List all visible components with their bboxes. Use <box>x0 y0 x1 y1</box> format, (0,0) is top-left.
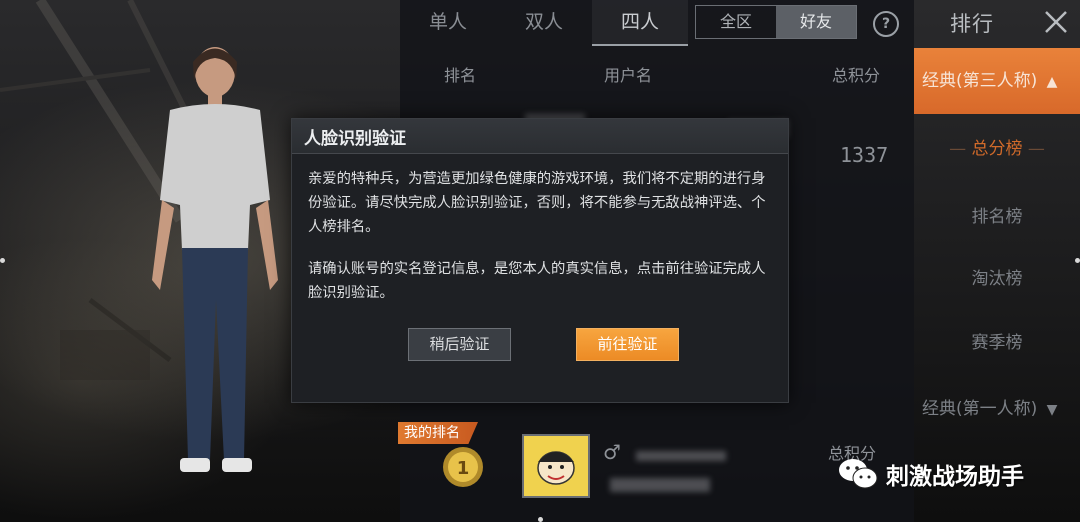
column-score: 总积分 <box>832 66 881 85</box>
row-score: 1337 <box>840 143 889 167</box>
frame-dot-left <box>0 258 5 263</box>
svg-text:1: 1 <box>457 458 470 479</box>
blurred-my-name <box>636 451 726 461</box>
frame-dot-right <box>1075 258 1080 263</box>
watermark: 刺激战场助手 <box>838 454 1024 494</box>
frame-dot-bottom <box>538 517 543 522</box>
mode-dropdown-label: 经典(第三人称) <box>922 71 1038 91</box>
column-headers: 排名 用户名 总积分 <box>400 58 914 88</box>
side-item-eliminations[interactable]: 淘汰榜 <box>914 264 1080 289</box>
close-icon[interactable] <box>1040 6 1072 38</box>
side-item-rank[interactable]: 排名榜 <box>914 202 1080 227</box>
fpp-mode-label: 经典(第一人称) <box>922 399 1038 419</box>
side-menu: 经典(第三人称) ▲ — 总分榜 — 排名榜 淘汰榜 赛季榜 经典(第一人称) … <box>914 46 1080 522</box>
team-mode-tabs: 单人 双人 四人 <box>400 0 688 46</box>
side-item-total[interactable]: — 总分榜 — <box>914 134 1080 159</box>
medal-icon: 1 <box>443 447 483 487</box>
column-rank: 排名 <box>444 66 477 85</box>
dialog-body: 亲爱的特种兵，为营造更加绿色健康的游戏环境，我们将不定期的进行身份验证。请尽快完… <box>308 167 778 305</box>
tab-solo[interactable]: 单人 <box>400 0 496 44</box>
help-icon[interactable]: ? <box>873 11 899 37</box>
player-character <box>152 47 278 472</box>
triangle-up-icon: ▲ <box>1046 74 1058 90</box>
go-verify-button[interactable]: 前往验证 <box>576 328 679 361</box>
dialog-header: 人脸识别验证 <box>292 119 788 154</box>
triangle-down-icon: ▼ <box>1046 402 1058 418</box>
dialog-title: 人脸识别验证 <box>304 129 406 149</box>
avatar-icon <box>524 436 588 496</box>
tab-squad[interactable]: 四人 <box>592 0 688 46</box>
column-username: 用户名 <box>604 66 653 85</box>
blurred-my-info <box>610 478 710 492</box>
page-title: 排行 <box>950 12 994 36</box>
verify-later-button[interactable]: 稍后验证 <box>408 328 511 361</box>
my-rank-badge: 我的排名 <box>398 422 478 444</box>
wechat-icon <box>839 459 878 489</box>
dialog-paragraph-2: 请确认账号的实名登记信息，是您本人的真实信息，点击前往验证完成人脸识别验证。 <box>308 261 766 301</box>
scope-toggle: 全区 好友 <box>695 5 857 39</box>
fpp-mode-dropdown[interactable]: 经典(第一人称) ▼ <box>922 394 1057 419</box>
side-item-season[interactable]: 赛季榜 <box>914 328 1080 353</box>
dialog-paragraph-1: 亲爱的特种兵，为营造更加绿色健康的游戏环境，我们将不定期的进行身份验证。请尽快完… <box>308 171 766 235</box>
face-verification-dialog: 人脸识别验证 亲爱的特种兵，为营造更加绿色健康的游戏环境，我们将不定期的进行身份… <box>291 118 789 403</box>
scope-friends-button[interactable]: 好友 <box>776 6 856 38</box>
watermark-text: 刺激战场助手 <box>886 464 1024 490</box>
scope-all-button[interactable]: 全区 <box>696 6 776 38</box>
gender-male-icon: ♂ <box>603 440 621 464</box>
tab-duo[interactable]: 双人 <box>496 0 592 44</box>
mode-dropdown[interactable]: 经典(第三人称) ▲ <box>914 48 1080 114</box>
avatar[interactable] <box>522 434 590 498</box>
